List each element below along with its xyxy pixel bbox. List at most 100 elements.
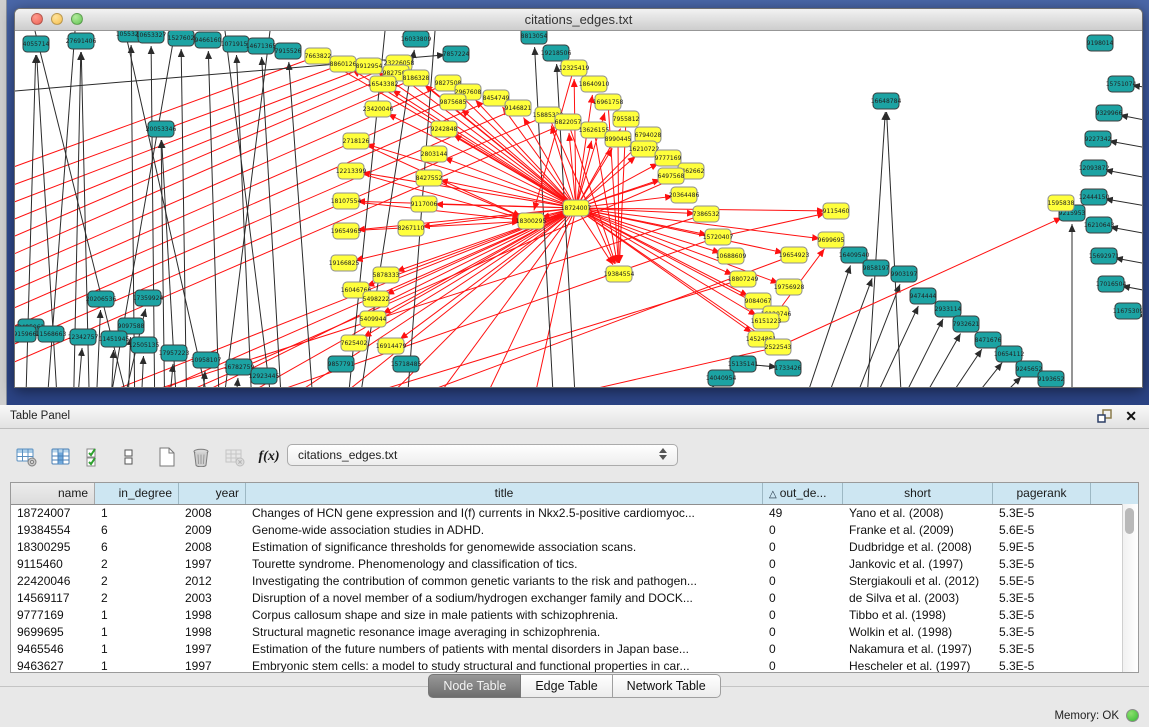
graph-node[interactable]: 2718126: [343, 133, 370, 149]
graph-node[interactable]: 8912954: [356, 58, 383, 74]
table-row[interactable]: 911546021997Tourette syndrome. Phenomeno…: [11, 556, 1138, 573]
graph-node[interactable]: 9466160: [195, 32, 222, 48]
graph-node[interactable]: 7955812: [613, 111, 640, 127]
table-selector-dropdown[interactable]: citations_edges.txt: [287, 444, 678, 466]
tab-network-table[interactable]: Network Table: [613, 674, 721, 698]
table-row[interactable]: 977716911998Corpus callosum shape and si…: [11, 607, 1138, 624]
table-row[interactable]: 1456911722003Disruption of a novel membe…: [11, 590, 1138, 607]
graph-edge[interactable]: [346, 222, 520, 231]
graph-edge[interactable]: [967, 377, 1021, 387]
graph-node[interactable]: 9777169: [655, 150, 682, 166]
column-header-out_de[interactable]: △out_de...: [763, 483, 843, 504]
graph-node[interactable]: 9115460: [823, 203, 850, 219]
graph-edge[interactable]: [1120, 115, 1142, 126]
graph-node[interactable]: 12342757: [68, 329, 99, 345]
graph-node[interactable]: 9699695: [818, 232, 845, 248]
graph-node[interactable]: 12325419: [559, 60, 590, 76]
graph-node[interactable]: 11451945: [99, 331, 130, 347]
graph-node[interactable]: 16210643: [1084, 217, 1115, 233]
graph-edge[interactable]: [110, 350, 114, 387]
graph-edge[interactable]: [1105, 199, 1142, 211]
graph-node[interactable]: 1595838: [1048, 195, 1075, 211]
graph-edge[interactable]: [618, 139, 619, 263]
graph-node[interactable]: 19166825: [329, 255, 360, 271]
graph-edge[interactable]: [45, 208, 576, 387]
graph-node[interactable]: 9858197: [863, 260, 890, 276]
graph-node[interactable]: 12505135: [129, 337, 160, 353]
table-row[interactable]: 946362711997Embryonic stem cells: a mode…: [11, 658, 1138, 673]
graph-edge[interactable]: [815, 278, 872, 387]
graph-node[interactable]: 1527602: [168, 31, 195, 46]
graph-edge[interactable]: [718, 213, 825, 237]
table-mode-icon[interactable]: [14, 444, 40, 470]
graph-node[interactable]: 9474444: [910, 288, 937, 304]
column-header-pagerank[interactable]: pagerank: [993, 483, 1091, 504]
table-row[interactable]: 1830029562008Estimation of significance …: [11, 539, 1138, 556]
show-columns-icon[interactable]: [48, 444, 74, 470]
graph-node[interactable]: 5498222: [363, 291, 390, 307]
graph-node[interactable]: 7663822: [305, 48, 332, 64]
graph-node[interactable]: 18640910: [579, 76, 610, 92]
graph-node[interactable]: 12444150: [1079, 189, 1110, 205]
graph-node[interactable]: 16033809: [401, 31, 432, 47]
graph-edge[interactable]: [576, 95, 592, 208]
tab-edge-table[interactable]: Edge Table: [521, 674, 612, 698]
graph-node[interactable]: 12923445: [249, 368, 280, 384]
table-row[interactable]: 1938455462009Genome-wide association stu…: [11, 522, 1138, 539]
column-header-year[interactable]: year: [179, 483, 246, 504]
graph-node[interactable]: 20053346: [146, 121, 177, 137]
graph-node[interactable]: 14671365: [246, 38, 277, 54]
graph-node[interactable]: 7857224: [443, 46, 470, 62]
memory-status-led[interactable]: [1126, 709, 1139, 722]
graph-node[interactable]: 19218506: [541, 45, 572, 61]
graph-node[interactable]: 9875685: [440, 94, 467, 110]
graph-edge[interactable]: [465, 208, 576, 387]
graph-node[interactable]: 7932621: [953, 316, 980, 332]
graph-node[interactable]: 3915966: [15, 326, 37, 342]
graph-edge[interactable]: [1109, 141, 1142, 153]
window-titlebar[interactable]: citations_edges.txt: [15, 9, 1142, 31]
row-panel-icon[interactable]: [116, 444, 142, 470]
graph-edge[interactable]: [135, 237, 718, 387]
graph-node[interactable]: 19384554: [604, 266, 635, 282]
table-row[interactable]: 1872400712008Changes of HCN gene express…: [11, 505, 1138, 522]
graph-edge[interactable]: [887, 319, 943, 387]
graph-node[interactable]: 10688609: [716, 248, 747, 264]
table-row[interactable]: 946554611997Estimation of the future num…: [11, 641, 1138, 658]
graph-node[interactable]: 16914479: [376, 338, 407, 354]
graph-node[interactable]: 17957223: [159, 345, 190, 361]
graph-node[interactable]: 9242848: [431, 121, 458, 137]
graph-node[interactable]: 18107554: [331, 193, 362, 209]
graph-node[interactable]: 17016504: [1096, 276, 1127, 292]
graph-node[interactable]: 6497568: [658, 168, 685, 184]
graph-node[interactable]: 9329966: [1096, 105, 1123, 121]
graph-node[interactable]: 15718485: [391, 356, 422, 372]
graph-node[interactable]: 9857791: [328, 356, 355, 372]
column-header-name[interactable]: name: [11, 483, 95, 504]
graph-node[interactable]: 8267110: [398, 220, 425, 236]
graph-node[interactable]: 16961758: [593, 94, 624, 110]
graph-node[interactable]: 15135141: [728, 356, 759, 372]
graph-edge[interactable]: [15, 214, 706, 387]
graph-node[interactable]: 8427552: [416, 170, 443, 186]
graph-node[interactable]: 7625402: [341, 335, 368, 351]
graph-node[interactable]: 19756928: [774, 279, 805, 295]
graph-node[interactable]: 11675309: [1113, 303, 1142, 319]
graph-node[interactable]: 2933114: [935, 301, 962, 317]
column-header-title[interactable]: title: [246, 483, 763, 504]
delete-column-icon[interactable]: [188, 444, 214, 470]
graph-edge[interactable]: [75, 348, 82, 387]
graph-edge[interactable]: [405, 208, 576, 387]
graph-node[interactable]: 6822057: [555, 114, 582, 130]
graph-node[interactable]: 7915526: [275, 43, 302, 59]
graph-edge[interactable]: [948, 363, 1002, 387]
graph-edge[interactable]: [140, 356, 143, 387]
graph-node[interactable]: 14040954: [706, 370, 737, 386]
graph-node[interactable]: 20206536: [86, 291, 117, 307]
tab-node-table[interactable]: Node Table: [428, 674, 521, 698]
graph-edge[interactable]: [865, 112, 885, 387]
select-rows-icon[interactable]: [82, 444, 108, 470]
graph-node[interactable]: 2803144: [421, 146, 448, 162]
graph-node[interactable]: 10653327: [136, 31, 167, 43]
graph-node[interactable]: 10958107: [191, 352, 222, 368]
